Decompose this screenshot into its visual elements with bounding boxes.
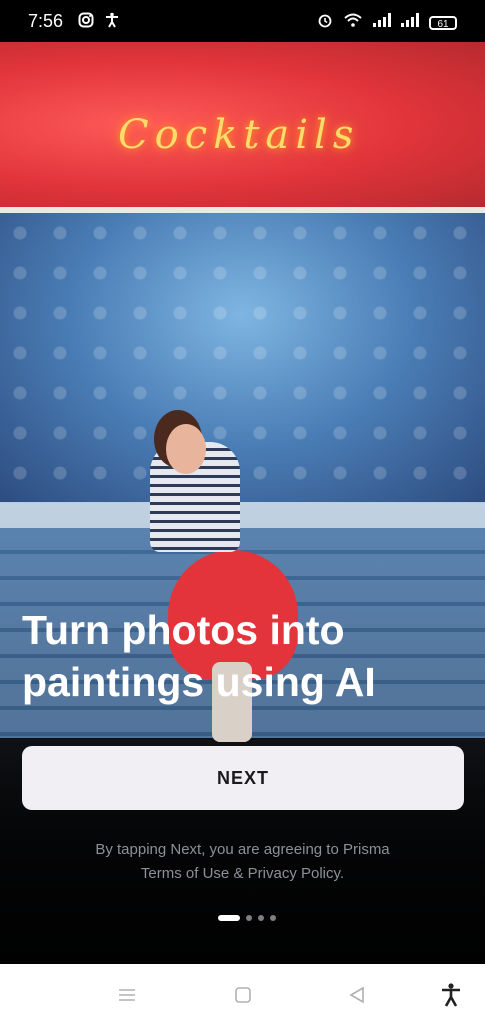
signal-icon (401, 13, 419, 32)
glass-block-wall (0, 207, 485, 503)
legal-and: & (233, 865, 244, 882)
page-dot-active (218, 915, 240, 921)
neon-sign: Cocktails (118, 112, 360, 158)
hero-painting-image: Cocktails (0, 42, 485, 964)
screen: 7:56 61 Cocktails Turn photos into paint… (0, 0, 485, 1024)
status-time: 7:56 (28, 11, 64, 31)
legal-line-2: Terms of Use & Privacy Policy. (0, 862, 485, 886)
next-button[interactable]: NEXT (22, 746, 464, 810)
accessibility-icon (104, 12, 120, 33)
page-dot (270, 915, 276, 921)
instagram-icon (78, 12, 94, 33)
accessibility-icon[interactable] (436, 980, 466, 1010)
terms-of-use-link[interactable]: Terms of Use (141, 865, 229, 882)
alarm-icon (317, 12, 333, 33)
privacy-policy-link[interactable]: Privacy Policy (248, 865, 340, 882)
headline: Turn photos into paintings using AI (22, 604, 462, 708)
legal-period: . (339, 865, 345, 882)
status-right-icons: 61 (317, 12, 457, 33)
legal-line-1: By tapping Next, you are agreeing to Pri… (95, 841, 390, 858)
red-wall: Cocktails (0, 42, 485, 207)
signal-icon (373, 13, 391, 32)
wifi-icon (343, 12, 363, 33)
headline-line-2: paintings using AI (22, 659, 376, 705)
bench-top (0, 502, 485, 528)
page-indicator (218, 915, 276, 921)
system-nav-bar (0, 964, 485, 1024)
page-dot (246, 915, 252, 921)
status-left-icons (78, 12, 120, 33)
menu-icon[interactable] (112, 980, 142, 1010)
home-square-icon[interactable] (228, 980, 258, 1010)
back-triangle-icon[interactable] (342, 980, 372, 1010)
legal-text: By tapping Next, you are agreeing to Pri… (0, 838, 485, 886)
person-head (166, 424, 206, 474)
headline-line-1: Turn photos into (22, 607, 345, 653)
battery-icon: 61 (429, 15, 457, 30)
status-bar: 7:56 61 (0, 0, 485, 42)
page-dot (258, 915, 264, 921)
